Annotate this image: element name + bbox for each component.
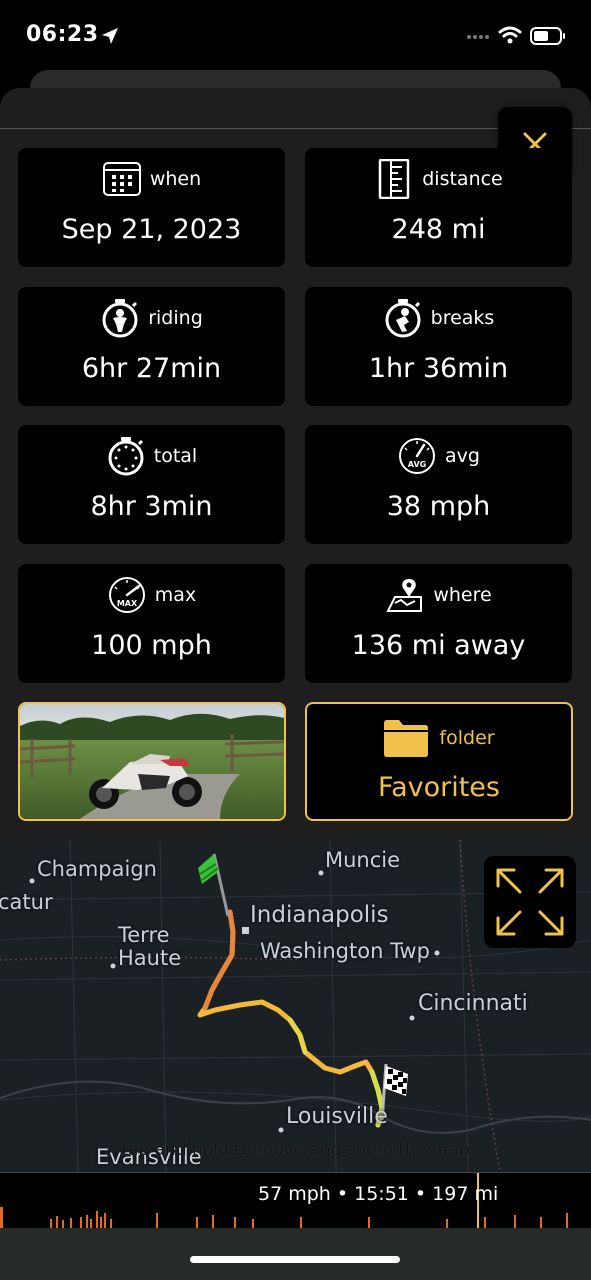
stat-value: 6hr 27min (81, 353, 222, 384)
gauge-text: AVG (408, 460, 426, 469)
map-city-label: Terre (118, 923, 170, 947)
stat-value: 136 mi away (351, 630, 526, 661)
stat-value: 8hr 3min (90, 491, 213, 522)
wifi-icon (498, 26, 522, 44)
route-map[interactable]: Champaign Muncie catur Indianapolis Terr… (0, 840, 591, 1172)
map-city-label: Muncie (325, 848, 401, 872)
stat-tile-total: total 8hr 3min (18, 425, 285, 544)
map-city-label: Louisville (286, 1104, 388, 1129)
stat-label: max (154, 584, 197, 606)
calendar-icon (102, 162, 141, 196)
expand-arrows-icon (496, 868, 564, 936)
folder-label: folder (439, 727, 495, 749)
stat-value: 1hr 36min (368, 353, 509, 384)
expand-map-button[interactable] (484, 856, 576, 948)
folder-tile[interactable]: folder Favorites (305, 702, 573, 821)
stat-label: distance (422, 168, 503, 190)
stat-value: 248 mi (391, 214, 486, 245)
status-time: 06:23 (26, 22, 99, 47)
stat-value: Sep 21, 2023 (61, 214, 242, 245)
stopwatch-break-icon (385, 299, 421, 338)
stat-tile-riding: riding 6hr 27min (18, 287, 285, 406)
stat-tile-max: MAX max 100 mph (18, 564, 285, 683)
stat-tile-breaks: breaks 1hr 36min (305, 287, 572, 406)
stat-label: where (433, 584, 492, 606)
stat-label: total (153, 445, 198, 467)
motorcycle-photo[interactable] (18, 702, 286, 821)
green-flag-icon (198, 853, 230, 917)
location-arrow-icon (102, 28, 118, 44)
stat-tile-where[interactable]: where 136 mi away (305, 564, 572, 683)
stat-label: breaks (430, 307, 495, 329)
gauge-text: MAX (117, 599, 138, 608)
stat-label: when (149, 168, 202, 190)
map-city-label: Haute (118, 946, 182, 970)
avg-gauge-icon: AVG (399, 438, 436, 474)
speed-timeline[interactable]: 57 mph • 15:51 • 197 mi (0, 1172, 591, 1229)
map-city-label: catur (0, 890, 53, 914)
home-indicator-area (0, 1228, 591, 1280)
map-city-label: Indianapolis (250, 902, 389, 928)
map-city-label: Champaign (37, 857, 157, 881)
stat-tile-when: when Sep 21, 2023 (18, 148, 285, 267)
stopwatch-rider-icon (102, 299, 138, 338)
stat-label: riding (148, 307, 203, 329)
max-gauge-icon: MAX (108, 577, 145, 613)
motorcycle-photo-image (20, 704, 284, 819)
speed-readout: 57 mph • 15:51 • 197 mi (258, 1183, 499, 1205)
map-city-label: Cincinnati (418, 991, 528, 1016)
battery-icon (530, 27, 565, 45)
stat-tile-distance: distance 248 mi (305, 148, 572, 267)
status-bar: 06:23 (0, 0, 591, 70)
map-pin-icon (386, 579, 423, 612)
stat-value: 38 mph (386, 491, 491, 522)
folder-name: Favorites (378, 772, 500, 803)
stat-tile-avg: AVG avg 38 mph (305, 425, 572, 544)
stat-label: avg (445, 445, 480, 467)
map-hint: tap and hold to move and zoom the map (121, 1140, 470, 1160)
home-indicator[interactable] (190, 1256, 400, 1263)
cellular-dots-icon (467, 35, 489, 39)
stopwatch-icon (108, 437, 144, 476)
ruler-icon (378, 159, 410, 199)
map-city-label: Washington Twp (260, 939, 430, 963)
stat-value: 100 mph (91, 630, 212, 661)
folder-icon (384, 720, 429, 757)
